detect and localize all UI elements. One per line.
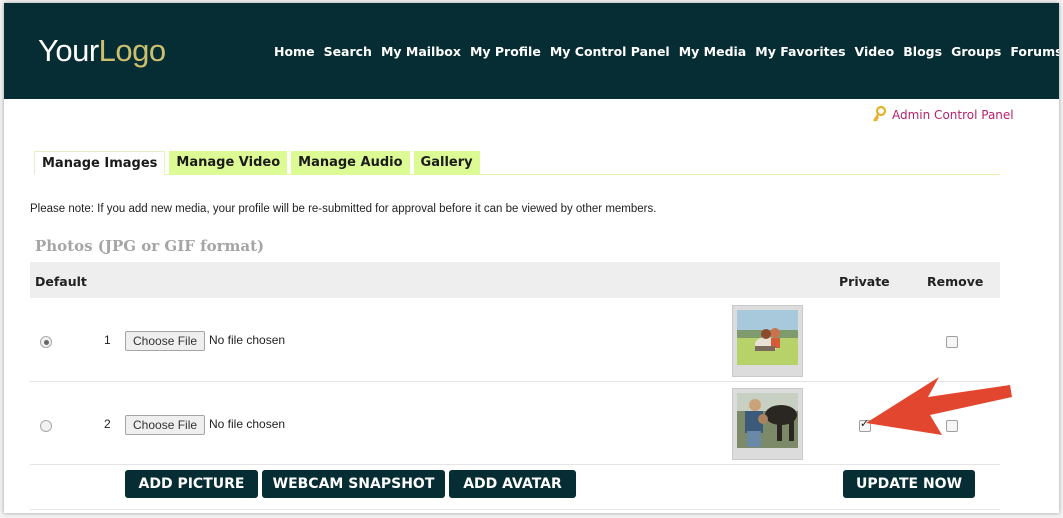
- tab-manage-audio[interactable]: Manage Audio: [291, 151, 410, 175]
- nav-blogs[interactable]: Blogs: [903, 44, 942, 59]
- file-status: No file chosen: [209, 417, 286, 431]
- nav-home[interactable]: Home: [274, 44, 315, 59]
- photo-thumbnail[interactable]: [732, 305, 803, 377]
- approval-note: Please note: If you add new media, your …: [30, 203, 657, 215]
- add-avatar-button[interactable]: ADD AVATAR: [449, 470, 576, 498]
- table-row: 2 Choose File No file chosen: [30, 382, 1000, 465]
- nav-video[interactable]: Video: [855, 44, 895, 59]
- nav-my-mailbox[interactable]: My Mailbox: [381, 44, 461, 59]
- header-remove: Remove: [927, 274, 984, 289]
- file-status: No file chosen: [209, 333, 286, 347]
- row-number: 1: [104, 333, 111, 347]
- choose-file-button[interactable]: Choose File: [125, 331, 206, 351]
- logo-text-your: Your: [38, 33, 99, 68]
- site-logo[interactable]: YourLogo: [38, 33, 166, 69]
- section-title: Photos (JPG or GIF format): [35, 237, 265, 255]
- tab-manage-video[interactable]: Manage Video: [169, 151, 288, 175]
- media-tabs: Manage Images Manage Video Manage Audio …: [34, 151, 1000, 175]
- divider: [30, 509, 1000, 510]
- webcam-snapshot-button[interactable]: WEBCAM SNAPSHOT: [262, 470, 445, 498]
- header-private: Private: [839, 274, 890, 289]
- default-radio[interactable]: [40, 336, 52, 348]
- tab-gallery[interactable]: Gallery: [413, 151, 480, 175]
- tab-manage-images[interactable]: Manage Images: [34, 151, 166, 175]
- couple-with-horse-photo: [737, 393, 798, 448]
- row-number: 2: [104, 417, 111, 431]
- page-frame: YourLogo Home Search My Mailbox My Profi…: [4, 3, 1059, 513]
- table-header: Default Private Remove: [30, 262, 1000, 298]
- nav-search[interactable]: Search: [324, 44, 372, 59]
- key-icon: [872, 106, 887, 122]
- logo-text-logo: Logo: [98, 33, 166, 68]
- choose-file-button[interactable]: Choose File: [125, 415, 206, 435]
- couple-in-field-photo: [737, 310, 798, 365]
- default-radio[interactable]: [40, 420, 52, 432]
- red-arrow-annotation: [866, 377, 1012, 435]
- update-now-button[interactable]: UPDATE NOW: [843, 470, 975, 498]
- nav-my-favorites[interactable]: My Favorites: [755, 44, 845, 59]
- remove-checkbox[interactable]: [946, 336, 958, 348]
- table-row: 1 Choose File No file chosen: [30, 299, 1000, 382]
- header-default: Default: [35, 274, 87, 289]
- admin-control-panel-link[interactable]: Admin Control Panel: [872, 106, 1014, 124]
- nav-my-profile[interactable]: My Profile: [470, 44, 541, 59]
- nav-groups[interactable]: Groups: [951, 44, 1001, 59]
- nav-my-control-panel[interactable]: My Control Panel: [550, 44, 670, 59]
- nav-forums[interactable]: Forums: [1010, 44, 1059, 59]
- site-header: YourLogo Home Search My Mailbox My Profi…: [4, 3, 1059, 99]
- add-picture-button[interactable]: ADD PICTURE: [125, 470, 258, 498]
- admin-control-panel-label: Admin Control Panel: [892, 108, 1014, 122]
- photo-thumbnail[interactable]: [732, 388, 803, 460]
- nav-my-media[interactable]: My Media: [679, 44, 747, 59]
- main-nav: Home Search My Mailbox My Profile My Con…: [274, 44, 1059, 59]
